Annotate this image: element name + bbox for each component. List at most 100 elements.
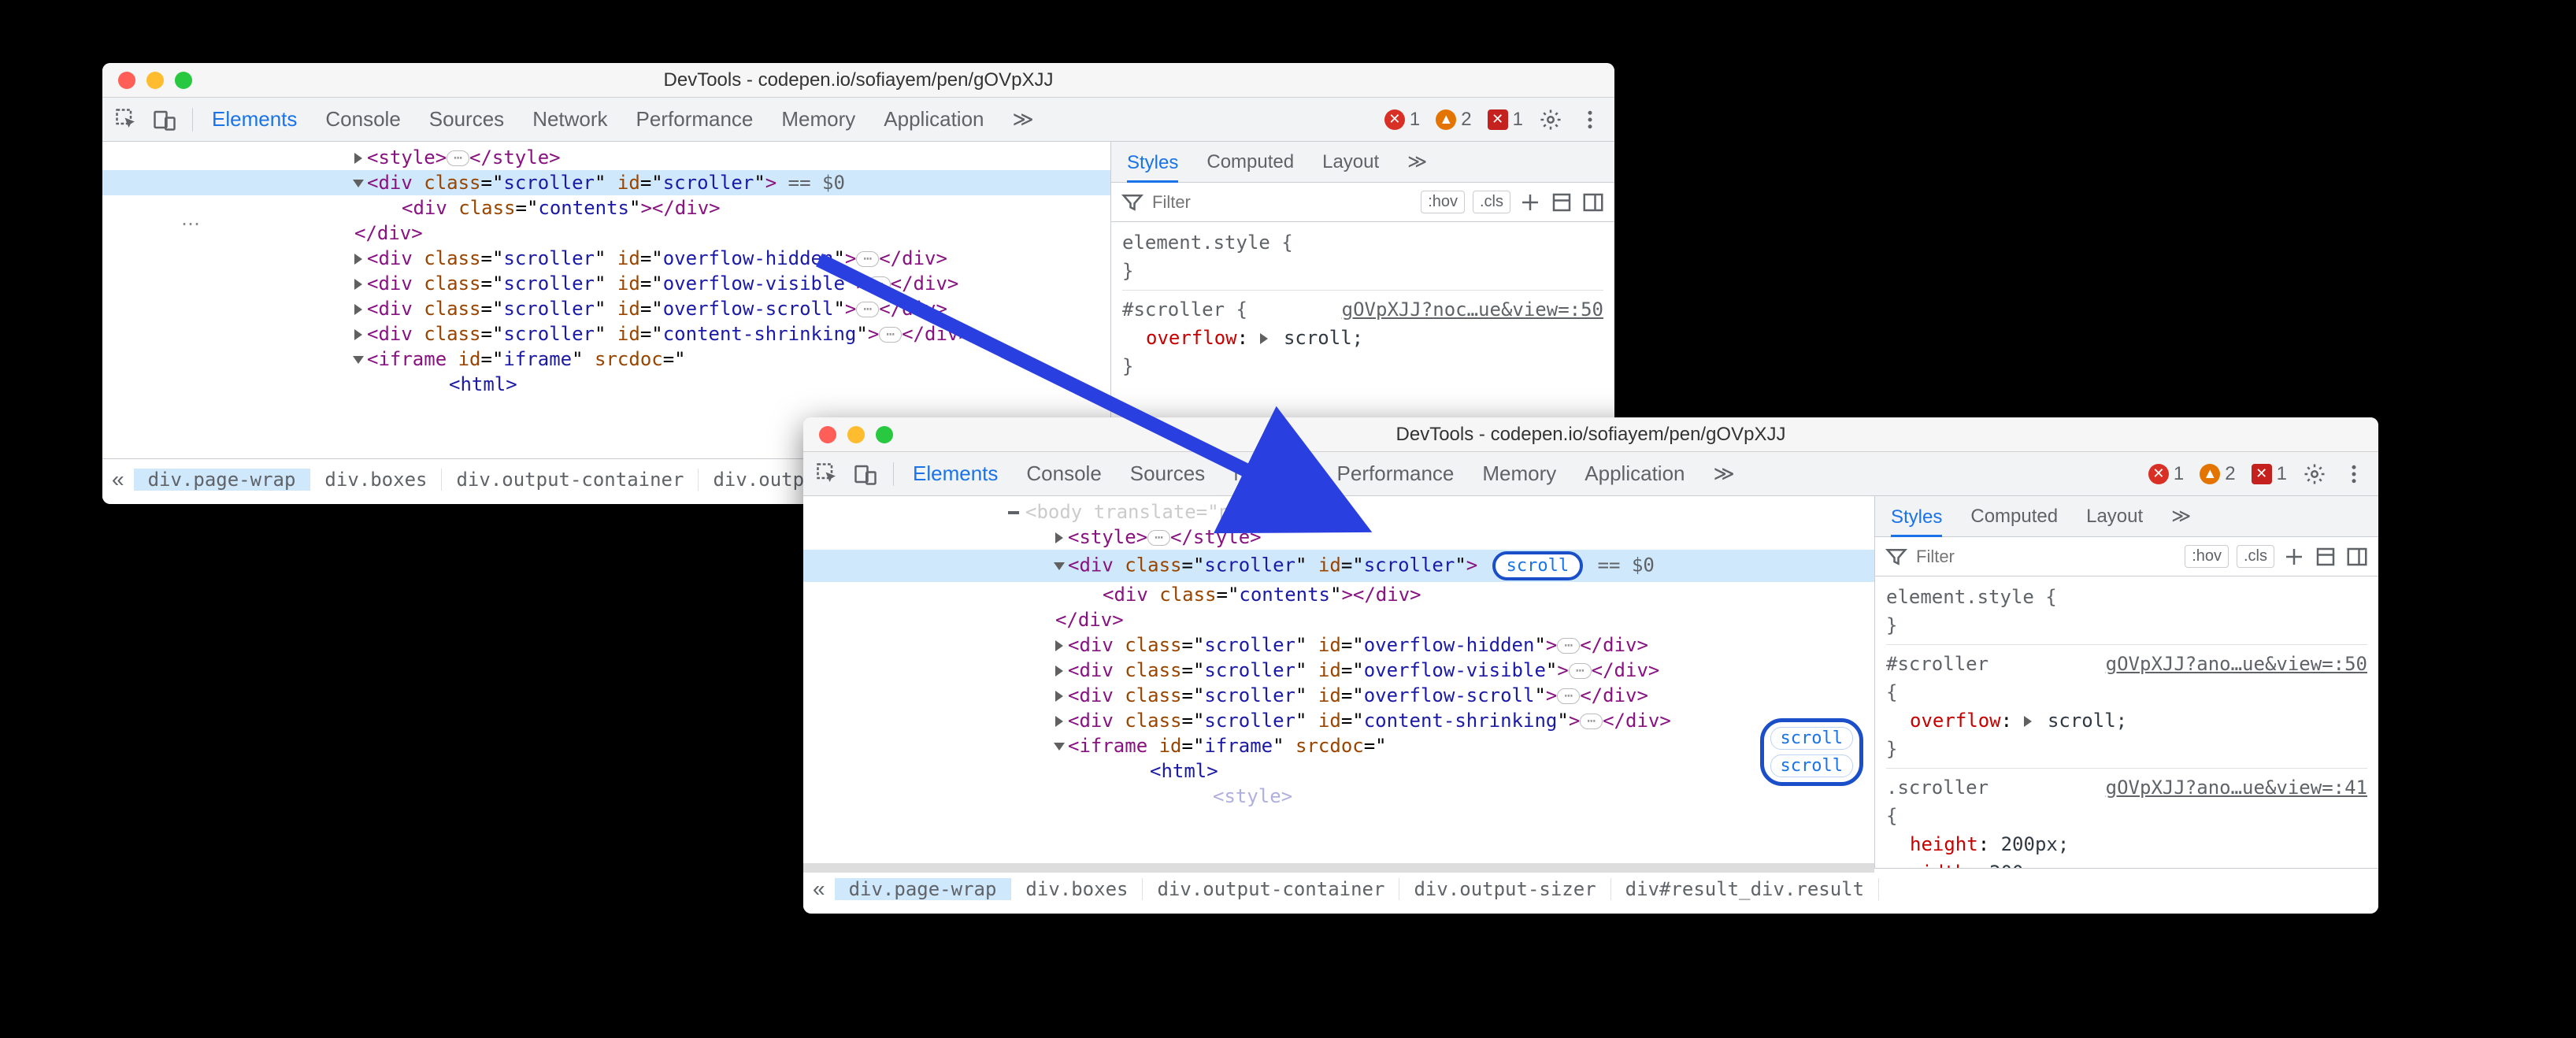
close-window-button[interactable]: [819, 426, 836, 443]
dom-tree[interactable]: <body translate="no"> <style>⋯</style> <…: [803, 496, 1874, 868]
error-count[interactable]: ✕1: [2148, 463, 2184, 485]
crumb-prev[interactable]: «: [102, 467, 134, 492]
source-link[interactable]: gOVpXJJ?ano…ue&view=:41: [2106, 773, 2367, 802]
cls-toggle[interactable]: .cls: [1473, 191, 1510, 213]
dom-node-content-shrinking[interactable]: <div class="scroller" id="content-shrink…: [102, 321, 1110, 347]
tab-memory[interactable]: Memory: [781, 107, 855, 132]
close-window-button[interactable]: [118, 72, 135, 89]
dom-iframe-inner-style[interactable]: <style>: [803, 784, 1874, 809]
dom-node-content-shrinking[interactable]: <div class="scroller" id="content-shrink…: [803, 708, 1874, 733]
panel-toggle-icon[interactable]: [1581, 191, 1605, 214]
settings-icon[interactable]: [2303, 462, 2326, 486]
tab-network[interactable]: Network: [1233, 462, 1308, 486]
source-link[interactable]: gOVpXJJ?ano…ue&view=:50: [2106, 650, 2367, 678]
tabs-overflow[interactable]: ≫: [1013, 107, 1034, 132]
crumb-item[interactable]: div.page-wrap: [134, 469, 311, 491]
warning-count[interactable]: ▲2: [1436, 109, 1471, 131]
scroll-badge[interactable]: scroll: [1492, 551, 1583, 580]
scroll-badge[interactable]: scroll: [1770, 727, 1853, 750]
horizontal-scrollbar[interactable]: [803, 863, 1874, 873]
styles-tab[interactable]: Styles: [1891, 506, 1942, 537]
dom-tree[interactable]: <style>⋯</style> <div class="scroller" i…: [102, 142, 1110, 458]
hov-toggle[interactable]: :hov: [1421, 191, 1465, 213]
dom-node-iframe[interactable]: <iframe id="iframe" srcdoc=": [803, 733, 1874, 758]
tab-elements[interactable]: Elements: [212, 107, 297, 132]
maximize-window-button[interactable]: [175, 72, 192, 89]
tab-memory[interactable]: Memory: [1482, 462, 1556, 486]
info-count[interactable]: ✕1: [1488, 109, 1523, 131]
crumb-item[interactable]: div.boxes: [1011, 878, 1143, 900]
dom-iframe-inner-html[interactable]: <html>: [102, 372, 1110, 397]
layout-tab[interactable]: Layout: [2086, 506, 2143, 528]
tab-network[interactable]: Network: [532, 107, 607, 132]
styles-filter-input[interactable]: [1152, 192, 1413, 213]
minimize-window-button[interactable]: [847, 426, 865, 443]
tab-elements[interactable]: Elements: [913, 462, 998, 486]
rule-scroller-class[interactable]: .scrollergOVpXJJ?ano…ue&view=:41: [1886, 773, 2367, 802]
crumb-prev[interactable]: «: [803, 877, 835, 902]
minimize-window-button[interactable]: [146, 72, 164, 89]
dom-body-frag[interactable]: <body translate="no">: [803, 499, 1874, 525]
computed-tab[interactable]: Computed: [1206, 151, 1294, 173]
dom-node-style[interactable]: <style>⋯</style>: [102, 145, 1110, 170]
scroll-badge[interactable]: scroll: [1770, 754, 1853, 777]
dom-node-overflow-hidden[interactable]: <div class="scroller" id="overflow-hidde…: [803, 632, 1874, 658]
dom-iframe-inner-html[interactable]: <html>: [803, 758, 1874, 784]
crumb-item[interactable]: div.boxes: [310, 469, 442, 491]
inspect-icon[interactable]: [816, 462, 840, 486]
tab-application[interactable]: Application: [884, 107, 984, 132]
dom-node-contents[interactable]: <div class="contents"></div>: [102, 195, 1110, 221]
tab-performance[interactable]: Performance: [636, 107, 754, 132]
error-count[interactable]: ✕1: [1384, 109, 1420, 131]
device-toggle-icon[interactable]: [854, 462, 877, 486]
hov-toggle[interactable]: :hov: [2185, 545, 2229, 568]
more-menu-icon[interactable]: [2342, 462, 2366, 486]
dom-node-overflow-scroll[interactable]: <div class="scroller" id="overflow-scrol…: [803, 683, 1874, 708]
crumb-item[interactable]: div#result_div.result: [1611, 878, 1879, 900]
more-menu-icon[interactable]: [1578, 108, 1602, 132]
dom-close-div[interactable]: </div>: [102, 221, 1110, 246]
rule-scroller[interactable]: #scroller {gOVpXJJ?noc…ue&view=:50: [1122, 295, 1603, 324]
new-style-rule-icon[interactable]: [1518, 191, 1542, 214]
new-style-rule-icon[interactable]: [2282, 545, 2306, 569]
tabs-overflow[interactable]: ≫: [1714, 462, 1735, 486]
dom-node-overflow-hidden[interactable]: <div class="scroller" id="overflow-hidde…: [102, 246, 1110, 271]
info-count[interactable]: ✕1: [2252, 463, 2287, 485]
computed-styles-icon[interactable]: [2314, 545, 2337, 569]
styles-filter-input[interactable]: [1916, 547, 2177, 567]
tab-console[interactable]: Console: [325, 107, 400, 132]
dom-node-style[interactable]: <style>⋯</style>: [803, 525, 1874, 550]
dom-node-overflow-visible[interactable]: <div class="scroller" id="overflow-visib…: [102, 271, 1110, 296]
computed-tab[interactable]: Computed: [1970, 506, 2058, 528]
dom-close-div[interactable]: </div>: [803, 607, 1874, 632]
layout-tab[interactable]: Layout: [1322, 151, 1379, 173]
dom-node-overflow-visible[interactable]: <div class="scroller" id="overflow-visib…: [803, 658, 1874, 683]
source-link[interactable]: gOVpXJJ?noc…ue&view=:50: [1342, 295, 1603, 324]
crumb-item[interactable]: div.page-wrap: [835, 878, 1012, 900]
inspect-icon[interactable]: [115, 108, 139, 132]
tab-console[interactable]: Console: [1026, 462, 1101, 486]
rule-scroller-id[interactable]: #scrollergOVpXJJ?ano…ue&view=:50: [1886, 650, 2367, 678]
computed-styles-icon[interactable]: [1550, 191, 1573, 214]
tab-performance[interactable]: Performance: [1337, 462, 1455, 486]
dom-node-scroller-selected[interactable]: <div class="scroller" id="scroller"> == …: [102, 170, 1110, 195]
tab-application[interactable]: Application: [1585, 462, 1685, 486]
dom-node-iframe[interactable]: <iframe id="iframe" srcdoc=": [102, 347, 1110, 372]
element-style-rule[interactable]: element.style {: [1886, 583, 2367, 611]
styles-tab[interactable]: Styles: [1127, 152, 1178, 183]
device-toggle-icon[interactable]: [153, 108, 176, 132]
cls-toggle[interactable]: .cls: [2237, 545, 2274, 568]
side-tabs-overflow[interactable]: ≫: [1407, 150, 1427, 173]
dom-node-scroller-selected[interactable]: <div class="scroller" id="scroller"> scr…: [803, 550, 1874, 582]
dom-node-contents[interactable]: <div class="contents"></div>: [803, 582, 1874, 607]
crumb-item[interactable]: div.output-sizer: [1399, 878, 1610, 900]
crumb-item[interactable]: div.output-container: [1143, 878, 1399, 900]
settings-icon[interactable]: [1539, 108, 1562, 132]
warning-count[interactable]: ▲2: [2200, 463, 2235, 485]
element-style-rule[interactable]: element.style {: [1122, 228, 1603, 257]
side-tabs-overflow[interactable]: ≫: [2171, 505, 2191, 528]
maximize-window-button[interactable]: [876, 426, 893, 443]
tab-sources[interactable]: Sources: [1130, 462, 1205, 486]
panel-toggle-icon[interactable]: [2345, 545, 2369, 569]
tab-sources[interactable]: Sources: [429, 107, 504, 132]
